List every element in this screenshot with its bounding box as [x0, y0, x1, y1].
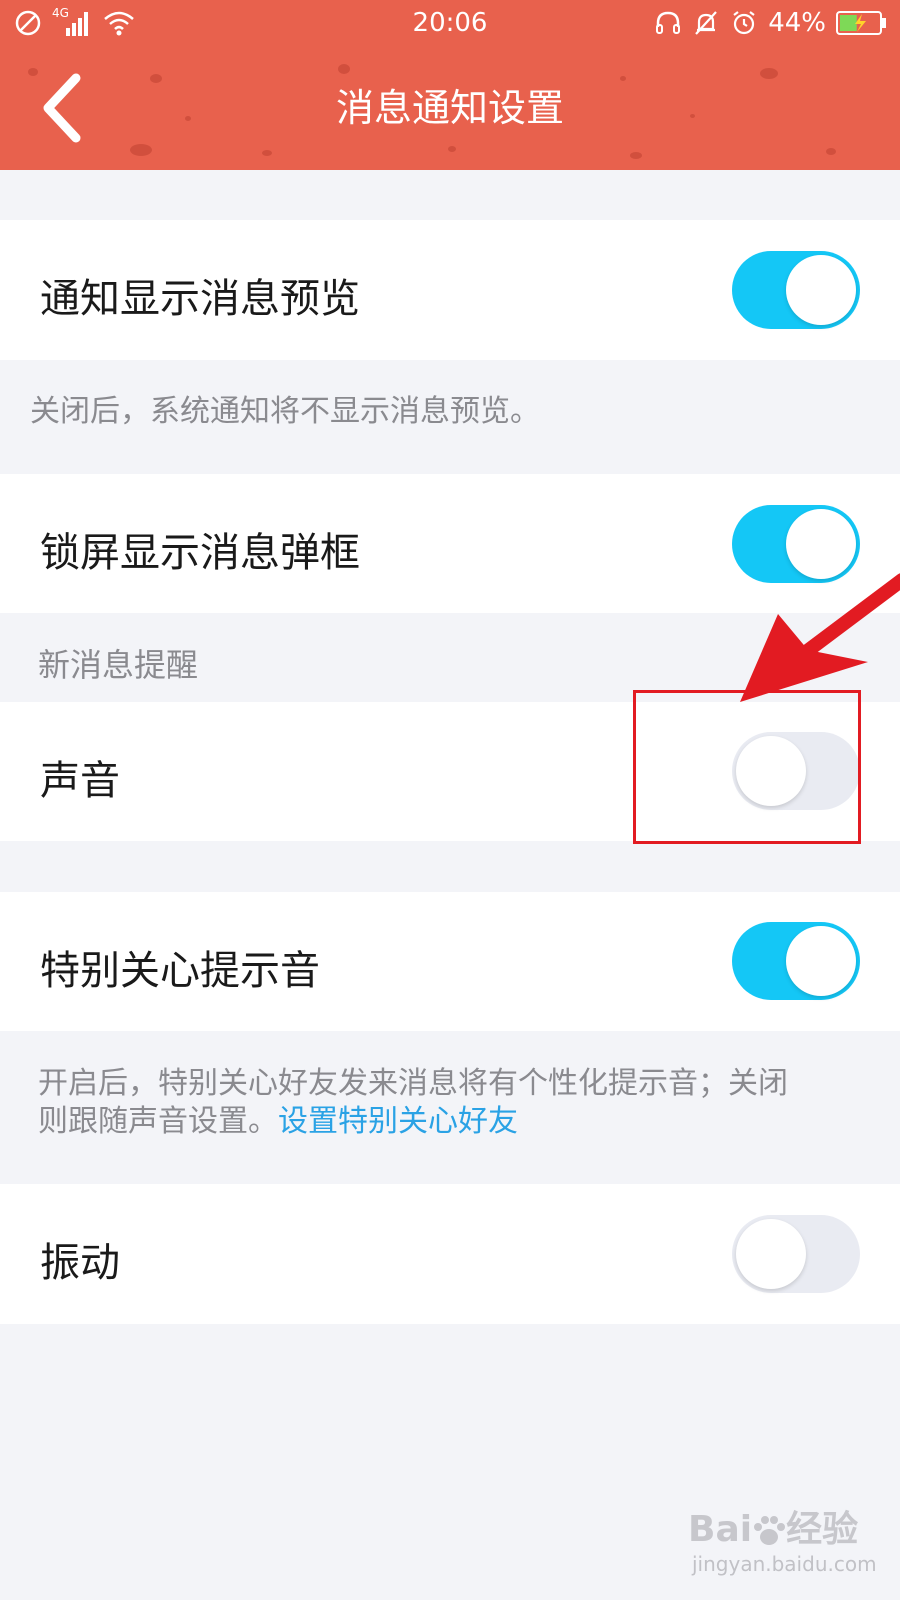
- alarm-icon: [730, 9, 758, 37]
- watermark-url: jingyan.baidu.com: [692, 1552, 877, 1576]
- watermark-logo: Bai 经验 jingyan.baidu.com: [688, 1500, 888, 1590]
- status-bar: 4G 20:06 44%: [0, 0, 900, 46]
- watermark-suffix: 经验: [786, 1509, 859, 1550]
- status-right-icons: 44%: [654, 8, 888, 38]
- toggle-knob: [786, 509, 856, 579]
- special-care-toggle[interactable]: [732, 922, 860, 1000]
- sound-label: 声音: [40, 758, 120, 804]
- annotation-arrow-icon: [730, 572, 900, 712]
- header-bar: 消息通知设置: [0, 46, 900, 170]
- vibrate-label: 振动: [40, 1240, 120, 1286]
- battery-percent: 44%: [768, 8, 826, 38]
- watermark-brand: Bai 经验: [688, 1500, 858, 1552]
- vibrate-toggle[interactable]: [732, 1215, 860, 1293]
- watermark-brand-text: Bai: [688, 1509, 753, 1550]
- paw-icon: [752, 1515, 786, 1547]
- annotation-highlight-box: [633, 690, 861, 844]
- headset-icon: [654, 9, 682, 37]
- special-care-label: 特别关心提示音: [40, 948, 320, 994]
- page-title: 消息通知设置: [335, 86, 564, 130]
- battery-charging-icon: [836, 10, 888, 36]
- special-care-note-line2: 则跟随声音设置。设置特别关心好友: [38, 1096, 518, 1140]
- preview-note: 关闭后，系统通知将不显示消息预览。: [30, 394, 540, 429]
- special-care-note-text: 则跟随声音设置。: [38, 1104, 278, 1139]
- toggle-knob: [786, 926, 856, 996]
- lockscreen-label: 锁屏显示消息弹框: [40, 530, 360, 576]
- section-header-new-message: 新消息提醒: [38, 646, 199, 684]
- chevron-left-icon: [30, 73, 100, 152]
- bell-muted-icon: [692, 9, 720, 37]
- toggle-knob: [736, 1219, 806, 1289]
- back-button[interactable]: [30, 68, 100, 148]
- preview-toggle[interactable]: [732, 251, 860, 329]
- setting-row-preview: 通知显示消息预览: [0, 220, 900, 360]
- setting-row-special-care: 特别关心提示音: [0, 892, 900, 1031]
- toggle-knob: [786, 255, 856, 325]
- setting-row-vibrate: 振动: [0, 1184, 900, 1324]
- preview-label: 通知显示消息预览: [40, 276, 360, 322]
- set-special-friends-link[interactable]: 设置特别关心好友: [278, 1104, 518, 1139]
